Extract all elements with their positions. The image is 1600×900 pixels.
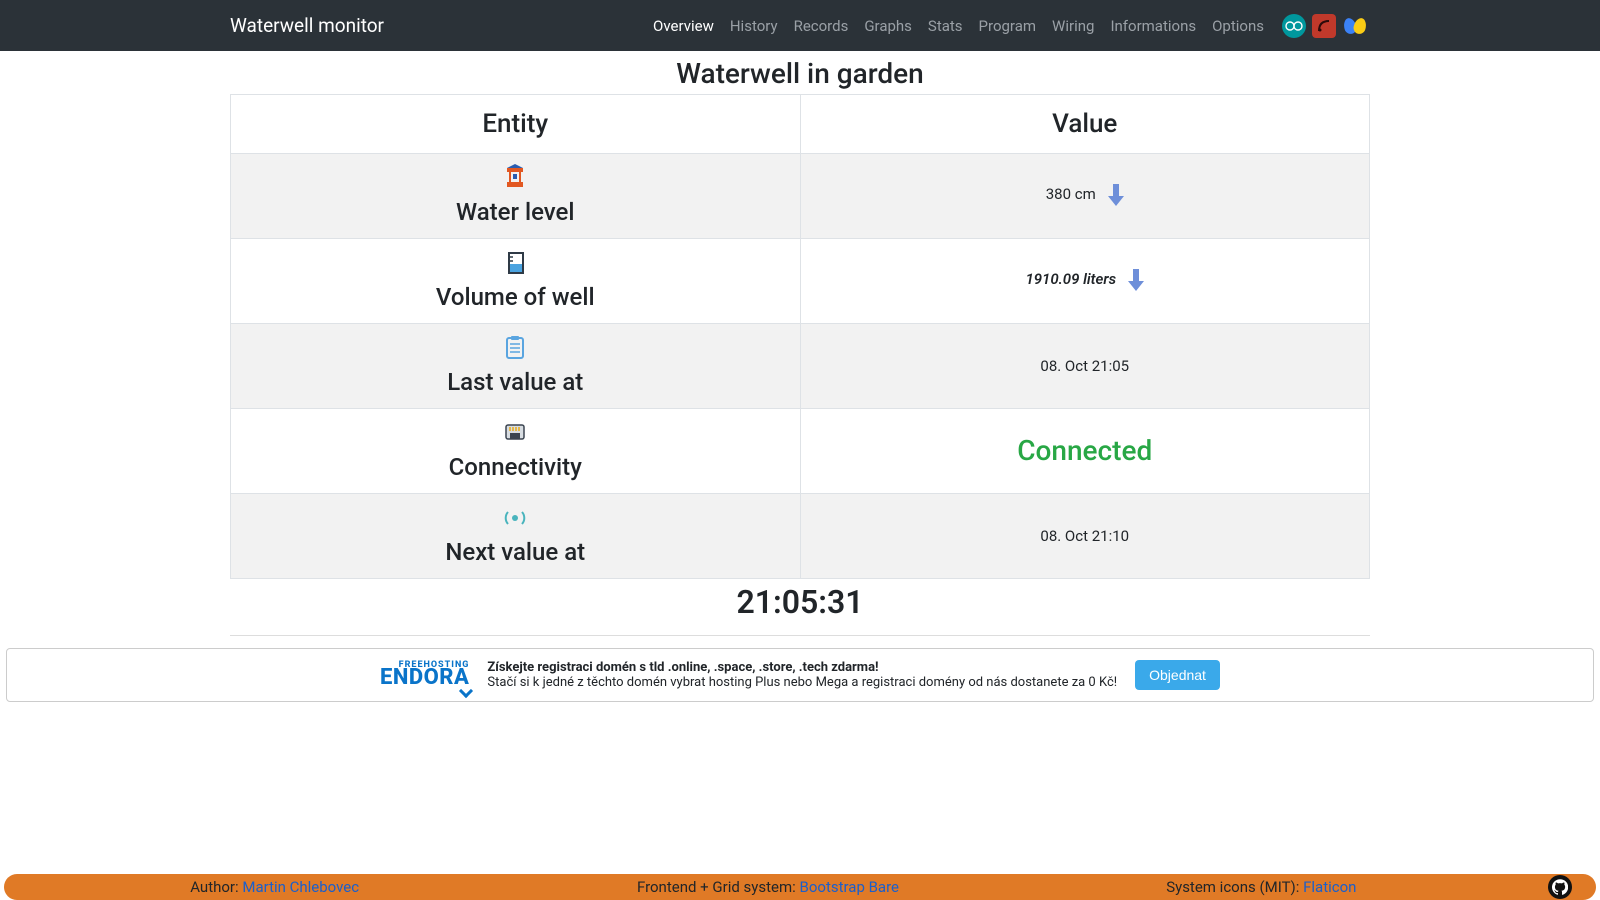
trend-down-icon — [1108, 184, 1124, 206]
nav-program[interactable]: Program — [971, 9, 1044, 43]
footer-grid-label: Frontend + Grid system: — [637, 878, 800, 896]
endora-logo[interactable]: FREEHOSTING ENDORA — [380, 662, 469, 688]
nav-history[interactable]: History — [722, 9, 786, 43]
brand-title[interactable]: Waterwell monitor — [230, 14, 400, 37]
row-volume: Volume of well 1910.09 liters — [231, 239, 1370, 324]
broadcast-icon — [501, 504, 529, 532]
beaker-icon — [501, 249, 529, 277]
nav-wiring[interactable]: Wiring — [1044, 9, 1102, 43]
label-connectivity: Connectivity — [241, 453, 790, 481]
th-entity: Entity — [231, 95, 801, 154]
nav-options[interactable]: Options — [1204, 9, 1272, 43]
footer-icons-link[interactable]: Flaticon — [1303, 878, 1356, 896]
nav-records[interactable]: Records — [786, 9, 857, 43]
well-icon — [501, 164, 529, 192]
banner-text: Získejte registraci domén s tld .online,… — [487, 660, 1117, 690]
nav-links: Overview History Records Graphs Stats Pr… — [645, 9, 1272, 43]
label-water-level: Water level — [241, 198, 790, 226]
nav-graphs[interactable]: Graphs — [856, 9, 920, 43]
row-next-at: Next value at 08. Oct 21:10 — [231, 494, 1370, 579]
clipboard-icon — [501, 334, 529, 362]
footer: Author: Martin Chlebovec Frontend + Grid… — [4, 874, 1596, 900]
github-icon[interactable] — [1548, 875, 1572, 899]
value-last-at: 08. Oct 21:05 — [1040, 357, 1129, 375]
value-water-level: 380 cm — [1046, 185, 1096, 203]
value-connectivity: Connected — [1017, 434, 1152, 467]
sigfox-icon[interactable] — [1342, 16, 1370, 36]
value-next-at: 08. Oct 21:10 — [1040, 527, 1129, 545]
label-volume: Volume of well — [241, 283, 790, 311]
row-last-at: Last value at 08. Oct 21:05 — [231, 324, 1370, 409]
clock: 21:05:31 — [230, 583, 1370, 621]
order-button[interactable]: Objednat — [1135, 660, 1220, 690]
footer-author-label: Author: — [190, 878, 242, 896]
row-connectivity: Connectivity Connected — [231, 409, 1370, 494]
label-next-at: Next value at — [241, 538, 790, 566]
banner-subtitle: Stačí si k jedné z těchto domén vybrat h… — [487, 675, 1117, 690]
row-water-level: Water level 380 cm — [231, 154, 1370, 239]
nav-overview[interactable]: Overview — [645, 9, 722, 43]
divider — [230, 635, 1370, 636]
ad-banner: FREEHOSTING ENDORA Získejte registraci d… — [6, 648, 1594, 702]
espressif-icon[interactable] — [1312, 14, 1336, 38]
overview-table: Entity Value — [230, 94, 1370, 579]
label-last-at: Last value at — [241, 368, 790, 396]
banner-title: Získejte registraci domén s tld .online,… — [487, 660, 1117, 675]
footer-author-link[interactable]: Martin Chlebovec — [242, 878, 359, 896]
nav-informations[interactable]: Informations — [1102, 9, 1204, 43]
footer-icons-label: System icons (MIT): — [1166, 878, 1303, 896]
ethernet-icon — [501, 419, 529, 447]
arduino-icon[interactable] — [1282, 14, 1306, 38]
th-value: Value — [800, 95, 1370, 154]
navbar: Waterwell monitor Overview History Recor… — [0, 0, 1600, 51]
page-title: Waterwell in garden — [230, 57, 1370, 90]
trend-down-icon — [1128, 269, 1144, 291]
value-volume: 1910.09 liters — [1025, 270, 1116, 288]
nav-stats[interactable]: Stats — [920, 9, 971, 43]
footer-grid-link[interactable]: Bootstrap Bare — [799, 878, 899, 896]
